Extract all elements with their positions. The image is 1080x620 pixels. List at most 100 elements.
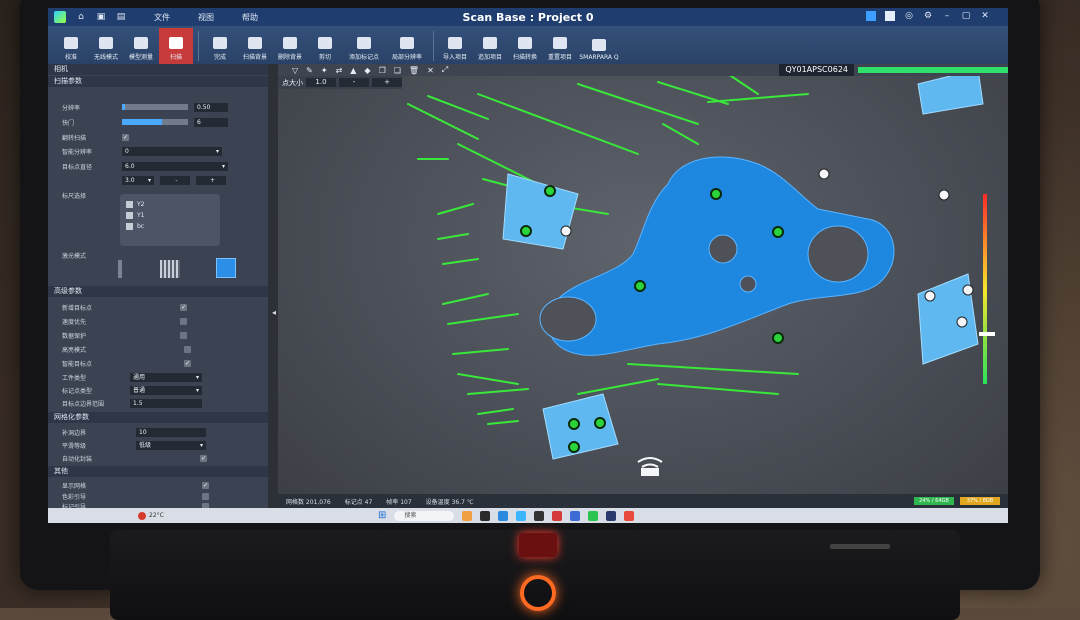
append-project-button[interactable]: 追加项目 bbox=[473, 28, 507, 64]
save-icon[interactable]: ▣ bbox=[96, 12, 106, 22]
speed-priority-checkbox[interactable] bbox=[180, 317, 187, 325]
copy-icon[interactable]: ❐ bbox=[379, 66, 386, 75]
scan-convert-button[interactable]: 扫描转换 bbox=[508, 28, 542, 64]
smart-marker-checkbox[interactable]: ✓ bbox=[184, 359, 191, 367]
wireless-mode-button[interactable]: 无线模式 bbox=[89, 28, 123, 64]
auto-checkbox[interactable]: ✓ bbox=[200, 454, 207, 462]
smart-res-select[interactable]: 0 bbox=[122, 146, 222, 156]
start-icon[interactable]: ⊞ bbox=[378, 510, 386, 521]
scan-params-header[interactable]: 扫描参数 bbox=[48, 76, 268, 87]
point-size-plus[interactable]: + bbox=[372, 78, 402, 87]
ruler-item[interactable]: Y1 bbox=[126, 210, 214, 221]
scanbase-icon[interactable] bbox=[606, 510, 617, 521]
delete-icon[interactable]: 🗑 bbox=[409, 66, 419, 75]
scan-background-button[interactable]: 扫描背景 bbox=[238, 28, 272, 64]
ruler-item[interactable]: bc bbox=[126, 221, 214, 232]
local-resolution-button[interactable]: 局部分辨率 bbox=[386, 28, 428, 64]
folder-app-icon[interactable] bbox=[570, 510, 581, 521]
mesh-params-header[interactable]: 网格化参数 bbox=[48, 412, 268, 423]
lasso-icon[interactable]: ✎ bbox=[306, 66, 313, 75]
flip-icon[interactable]: ⇄ bbox=[336, 66, 343, 75]
home-icon[interactable]: ⌂ bbox=[76, 12, 86, 22]
work-mode-select[interactable]: 通用 bbox=[130, 372, 202, 382]
smooth-select[interactable]: 低级 bbox=[136, 440, 206, 450]
data-protect-checkbox[interactable] bbox=[180, 331, 187, 339]
panel-icon[interactable] bbox=[885, 11, 895, 21]
menu-file[interactable]: 文件 bbox=[154, 12, 170, 23]
cut-button[interactable]: 剪切 bbox=[308, 28, 342, 64]
misc-app-icon[interactable] bbox=[624, 510, 635, 521]
new-marker-checkbox[interactable]: ✓ bbox=[180, 303, 187, 311]
clear-icon[interactable]: ✕ bbox=[427, 66, 434, 75]
delete-background-button[interactable]: 删除背景 bbox=[273, 28, 307, 64]
os-taskbar: 22°C ⊞ 搜索 bbox=[48, 508, 1008, 523]
color-guide-checkbox[interactable] bbox=[202, 492, 209, 500]
spin-minus-button[interactable]: - bbox=[160, 175, 190, 185]
resolution-slider[interactable] bbox=[122, 104, 188, 110]
menu-view[interactable]: 视图 bbox=[198, 12, 214, 23]
scan-button[interactable]: 扫描 bbox=[159, 28, 193, 64]
explorer-icon[interactable] bbox=[462, 510, 473, 521]
add-marker-button[interactable]: 添加标记点 bbox=[343, 28, 385, 64]
app-icon[interactable] bbox=[534, 510, 545, 521]
settings-icon[interactable]: ⚙ bbox=[923, 11, 933, 21]
reset-project-button[interactable]: 重置项目 bbox=[543, 28, 577, 64]
paste-icon[interactable]: ❏ bbox=[394, 66, 401, 75]
store-icon[interactable] bbox=[516, 510, 527, 521]
point-size-minus[interactable]: - bbox=[339, 78, 369, 87]
model-measure-button[interactable]: 模型测量 bbox=[124, 28, 158, 64]
collapse-panel-icon[interactable]: ◂ bbox=[272, 308, 276, 317]
import-project-button[interactable]: 导入项目 bbox=[438, 28, 472, 64]
wireless-label: 无线模式 bbox=[93, 54, 118, 61]
maximize-icon[interactable]: ▢ bbox=[961, 11, 971, 21]
select-icon[interactable]: ▽ bbox=[292, 66, 298, 75]
light-mode-single-option[interactable] bbox=[118, 260, 122, 278]
finish-button[interactable]: 完成 bbox=[203, 28, 237, 64]
light-mode-multi-option[interactable] bbox=[160, 260, 180, 278]
flip-scan-checkbox[interactable]: ✓ bbox=[122, 133, 129, 141]
calibrate-button[interactable]: 校准 bbox=[54, 28, 88, 64]
select-all-icon[interactable]: ◆ bbox=[364, 66, 370, 75]
fill-input[interactable]: 10 bbox=[136, 427, 206, 437]
select-through-icon[interactable]: ▲ bbox=[350, 66, 356, 75]
show-grid-checkbox[interactable]: ✓ bbox=[202, 481, 209, 489]
globe-icon[interactable]: ◎ bbox=[904, 11, 914, 21]
3d-viewport[interactable]: ▽ ✎ ✦ ⇄ ▲ ◆ ❐ ❏ 🗑 ✕ ⤢ QY01APSC0624 点大小 1… bbox=[278, 64, 1008, 509]
menu-help[interactable]: 帮助 bbox=[242, 12, 258, 23]
marker-dist-input[interactable]: 1.5 bbox=[130, 398, 202, 408]
minimize-icon[interactable]: – bbox=[942, 11, 952, 21]
shutter-slider[interactable] bbox=[122, 119, 188, 125]
brush-icon[interactable]: ✦ bbox=[321, 66, 328, 75]
other-header[interactable]: 其他 bbox=[48, 466, 268, 477]
ruler-listbox[interactable]: Y2 Y1 bc bbox=[120, 194, 220, 246]
folder-icon[interactable]: ▤ bbox=[116, 12, 126, 22]
spin-value[interactable]: 3.0 bbox=[122, 175, 154, 185]
scan-scene[interactable] bbox=[278, 64, 1008, 509]
taskbar-search[interactable]: 搜索 bbox=[394, 510, 455, 521]
local-resolution-icon bbox=[400, 37, 414, 49]
wechat-icon[interactable] bbox=[588, 510, 599, 521]
close-icon[interactable]: ✕ bbox=[980, 11, 990, 21]
flip-scan-label: 翻转扫描 bbox=[62, 134, 87, 142]
marker-diameter-input[interactable]: 6.0 bbox=[122, 161, 228, 171]
weather-widget[interactable]: 22°C bbox=[138, 511, 164, 520]
camera-section-header[interactable]: 相机 bbox=[48, 64, 268, 75]
shutter-value[interactable]: 6 bbox=[194, 117, 228, 127]
spin-plus-button[interactable]: + bbox=[196, 175, 226, 185]
edge-icon[interactable] bbox=[498, 510, 509, 521]
resolution-value[interactable]: 0.50 bbox=[194, 102, 228, 112]
fit-view-icon[interactable]: ⤢ bbox=[442, 65, 448, 75]
point-size-value[interactable]: 1.0 bbox=[306, 78, 336, 87]
terminal-icon[interactable] bbox=[480, 510, 491, 521]
wps-icon[interactable] bbox=[552, 510, 563, 521]
scanned-part bbox=[539, 156, 895, 356]
ruler-item[interactable]: Y2 bbox=[126, 199, 214, 210]
light-mode-area-option[interactable] bbox=[216, 258, 236, 278]
marker-type-select[interactable]: 普通 bbox=[130, 385, 202, 395]
smarpara-button[interactable]: SMARPARA Q bbox=[578, 28, 620, 64]
highlight-mode-checkbox[interactable] bbox=[184, 345, 191, 353]
layout-icon[interactable] bbox=[866, 11, 876, 21]
advanced-params-header[interactable]: 高级参数 bbox=[48, 286, 268, 297]
measure-icon bbox=[134, 37, 148, 49]
smarpara-label: SMARPARA Q bbox=[579, 54, 619, 61]
